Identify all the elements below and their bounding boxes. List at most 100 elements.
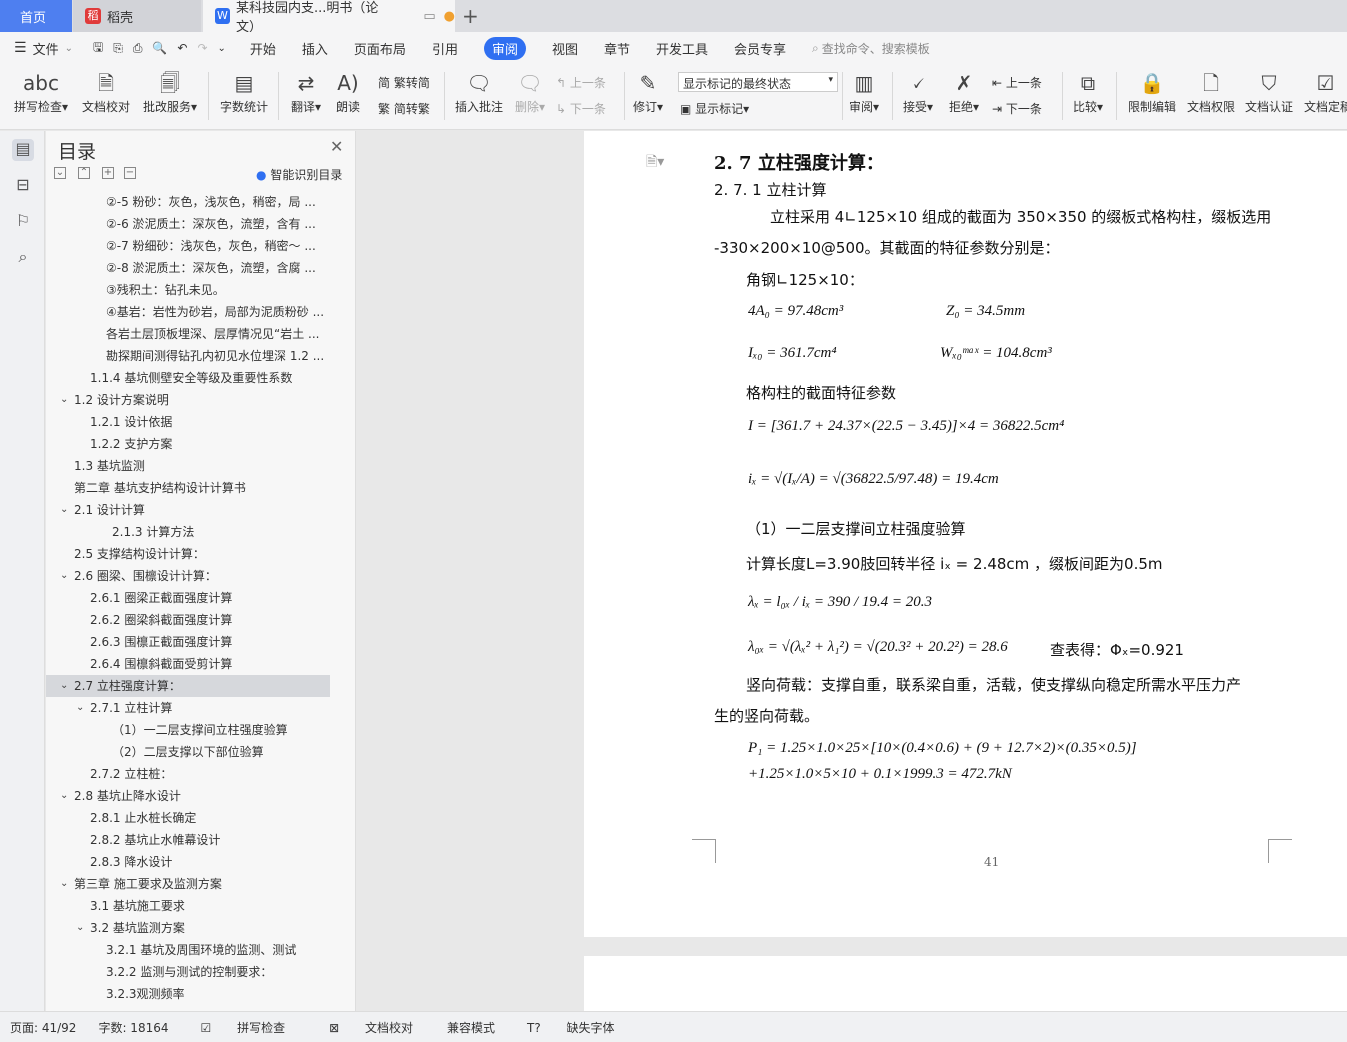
delete-comment-button[interactable]: 🗨 删除▾ bbox=[510, 68, 550, 115]
accept-button[interactable]: 🗸 接受▾ bbox=[900, 68, 936, 115]
print-preview-icon[interactable]: 🔍 bbox=[152, 41, 167, 55]
toc-item[interactable]: ⌄ 2.7.1 立柱计算 bbox=[46, 697, 330, 719]
menu-reference[interactable]: 引用 bbox=[432, 39, 458, 58]
toc-item[interactable]: 各岩土层顶板埋深、层厚情况见“岩土 ... bbox=[46, 323, 330, 345]
toc-item[interactable]: ②-5 粉砂：灰色，浅灰色，稍密，局 ... bbox=[46, 191, 330, 213]
trad-to-simp-button[interactable]: 简 繁转简 bbox=[378, 74, 430, 91]
expand-chevron-icon[interactable]: ⌄ bbox=[60, 389, 68, 411]
toc-item[interactable]: （1）一二层支撑间立柱强度验算 bbox=[46, 719, 330, 741]
bookmark-icon[interactable]: ⚐ bbox=[12, 211, 34, 233]
toc-item[interactable]: 1.1.4 基坑侧壁安全等级及重要性系数 bbox=[46, 367, 330, 389]
file-menu[interactable]: 文件 bbox=[33, 39, 59, 58]
doc-cert-button[interactable]: ⛉ 文档认证 bbox=[1242, 68, 1296, 115]
page-indicator[interactable]: 页面: 41/92 bbox=[10, 1019, 76, 1036]
expand-chevron-icon[interactable]: ⌄ bbox=[60, 785, 68, 807]
toc-item[interactable]: 3.2.1 基坑及周围环境的监测、测试 bbox=[46, 939, 330, 961]
remove-icon[interactable]: − bbox=[124, 167, 136, 179]
word-count-indicator[interactable]: 字数: 18164 bbox=[98, 1019, 168, 1036]
command-search-input[interactable]: 查找命令、搜索模板 bbox=[822, 40, 930, 57]
toc-item[interactable]: 1.2.1 设计依据 bbox=[46, 411, 330, 433]
toc-item[interactable]: ⌄ 3.2 基坑监测方案 bbox=[46, 917, 330, 939]
toc-item[interactable]: ③残积土：钻孔未见。 bbox=[46, 279, 330, 301]
word-count-button[interactable]: ▤ 字数统计 bbox=[218, 68, 270, 115]
menu-view[interactable]: 视图 bbox=[552, 39, 578, 58]
doc-permission-button[interactable]: 🗋 文档权限 bbox=[1184, 68, 1238, 115]
window-icon[interactable]: ▭ bbox=[423, 9, 435, 24]
doc-finalize-button[interactable]: ☑ 文档定稿 bbox=[1304, 68, 1347, 115]
next-comment-button[interactable]: ↳ 下一条 bbox=[556, 100, 606, 117]
reject-button[interactable]: ✗ 拒绝▾ bbox=[946, 68, 982, 115]
compare-button[interactable]: ⧉ 比较▾ bbox=[1068, 68, 1108, 115]
menu-section[interactable]: 章节 bbox=[604, 39, 630, 58]
spell-check-button[interactable]: abc 拼写检查▾ bbox=[12, 68, 70, 115]
tab-daoke[interactable]: 稻稻壳 bbox=[73, 0, 201, 32]
toc-item[interactable]: 3.2.2 监测与测试的控制要求： bbox=[46, 961, 330, 983]
menu-review[interactable]: 审阅 bbox=[483, 36, 526, 60]
expand-up-icon[interactable]: ⌃ bbox=[78, 167, 90, 179]
toc-item[interactable]: 勘探期间测得钻孔内初见水位埋深 1.2 ... bbox=[46, 345, 330, 367]
toc-item[interactable]: ⌄ 1.2 设计方案说明 bbox=[46, 389, 330, 411]
annotation-service-button[interactable]: 🗐 批改服务▾ bbox=[140, 68, 200, 115]
toc-item[interactable]: 3.2.3观测频率 bbox=[46, 983, 330, 1005]
track-changes-button[interactable]: ✎ 修订▾ bbox=[630, 68, 666, 115]
toc-panel-icon[interactable]: ▤ bbox=[12, 139, 34, 161]
menu-layout[interactable]: 页面布局 bbox=[354, 39, 406, 58]
markup-state-select[interactable]: 显示标记的最终状态 ▾ bbox=[678, 72, 838, 92]
expand-chevron-icon[interactable]: ⌄ bbox=[60, 565, 68, 587]
toc-item[interactable]: 2.8.1 止水桩长确定 bbox=[46, 807, 330, 829]
save-icon[interactable]: 🖫 bbox=[93, 38, 103, 59]
new-tab-plus-icon[interactable]: + bbox=[462, 4, 479, 28]
menu-member[interactable]: 会员专享 bbox=[734, 39, 786, 58]
prev-comment-button[interactable]: ↰ 上一条 bbox=[556, 74, 606, 91]
chevron-down-icon[interactable]: ⌄ bbox=[65, 43, 73, 54]
search-icon[interactable]: ⌕ bbox=[12, 247, 34, 269]
toc-item[interactable]: （2）二层支撑以下部位验算 bbox=[46, 741, 330, 763]
paragraph-menu-icon[interactable]: 🗎▾ bbox=[646, 151, 664, 175]
toc-item[interactable]: 2.8.3 降水设计 bbox=[46, 851, 330, 873]
insert-comment-button[interactable]: 🗨 插入批注 bbox=[452, 68, 506, 115]
expand-chevron-icon[interactable]: ⌄ bbox=[76, 697, 84, 719]
toc-item[interactable]: ⌄ 第三章 施工要求及监测方案 bbox=[46, 873, 330, 895]
read-aloud-button[interactable]: A) 朗读 bbox=[330, 68, 366, 115]
menu-insert[interactable]: 插入 bbox=[302, 39, 328, 58]
toc-item[interactable]: 2.6.1 圈梁正截面强度计算 bbox=[46, 587, 330, 609]
review-pane-button[interactable]: ▥ 审阅▾ bbox=[846, 68, 882, 115]
hamburger-icon[interactable]: ☰ bbox=[14, 40, 27, 56]
prev-change-button[interactable]: ⇤ 上一条 bbox=[992, 74, 1042, 91]
print-icon[interactable]: ⎙ bbox=[133, 41, 143, 56]
toc-item[interactable]: 2.6.4 围檩斜截面受剪计算 bbox=[46, 653, 330, 675]
show-markup-button[interactable]: ▣ 显示标记▾ bbox=[680, 100, 749, 117]
menu-start[interactable]: 开始 bbox=[250, 39, 276, 58]
restrict-edit-button[interactable]: 🔒 限制编辑 bbox=[1124, 68, 1180, 115]
simp-to-trad-button[interactable]: 繁 简转繁 bbox=[378, 100, 430, 117]
undo-icon[interactable]: ↶ bbox=[177, 41, 187, 55]
status-doc-proof[interactable]: ⊠ 文档校对 bbox=[319, 1019, 425, 1036]
toc-item[interactable]: 2.1.3 计算方法 bbox=[46, 521, 330, 543]
tab-document[interactable]: W 某科技园内支...明书（论文） ▭ ● bbox=[203, 0, 455, 35]
redo-icon[interactable]: ↷ bbox=[197, 41, 207, 55]
toc-item[interactable]: 1.3 基坑监测 bbox=[46, 455, 330, 477]
toc-item[interactable]: 1.2.2 支护方案 bbox=[46, 433, 330, 455]
toc-item[interactable]: ⌄ 2.6 圈梁、围檩设计计算： bbox=[46, 565, 330, 587]
collapse-all-icon[interactable]: ⌄ bbox=[54, 167, 66, 179]
expand-chevron-icon[interactable]: ⌄ bbox=[60, 873, 68, 895]
export-pdf-icon[interactable]: ⎘ bbox=[113, 41, 123, 56]
toc-item[interactable]: ⌄ 2.1 设计计算 bbox=[46, 499, 330, 521]
status-spell-check[interactable]: ☑ 拼写检查 bbox=[191, 1019, 298, 1036]
toc-item[interactable]: ②-6 淤泥质土：深灰色，流塑，含有 ... bbox=[46, 213, 330, 235]
toc-item[interactable]: ④基岩：岩性为砂岩，局部为泥质粉砂 ... bbox=[46, 301, 330, 323]
toc-item[interactable]: ⌄ 2.7 立柱强度计算： bbox=[46, 675, 330, 697]
next-change-button[interactable]: ⇥ 下一条 bbox=[992, 100, 1042, 117]
more-chevron-icon[interactable]: ⌄ bbox=[218, 43, 226, 54]
smart-toc-button[interactable]: ● 智能识别目录 bbox=[256, 166, 342, 183]
translate-button[interactable]: ⇄ 翻译▾ bbox=[286, 68, 326, 115]
tab-home[interactable]: 首页 bbox=[0, 0, 72, 32]
add-icon[interactable]: + bbox=[102, 167, 114, 179]
expand-chevron-icon[interactable]: ⌄ bbox=[60, 675, 68, 697]
expand-chevron-icon[interactable]: ⌄ bbox=[76, 917, 84, 939]
doc-proof-button[interactable]: 🗎 文档校对 bbox=[80, 68, 132, 115]
toc-item[interactable]: 2.6.2 圈梁斜截面强度计算 bbox=[46, 609, 330, 631]
expand-chevron-icon[interactable]: ⌄ bbox=[60, 499, 68, 521]
chapter-nav-icon[interactable]: ⊟ bbox=[12, 175, 34, 197]
close-icon[interactable]: ✕ bbox=[330, 137, 343, 156]
